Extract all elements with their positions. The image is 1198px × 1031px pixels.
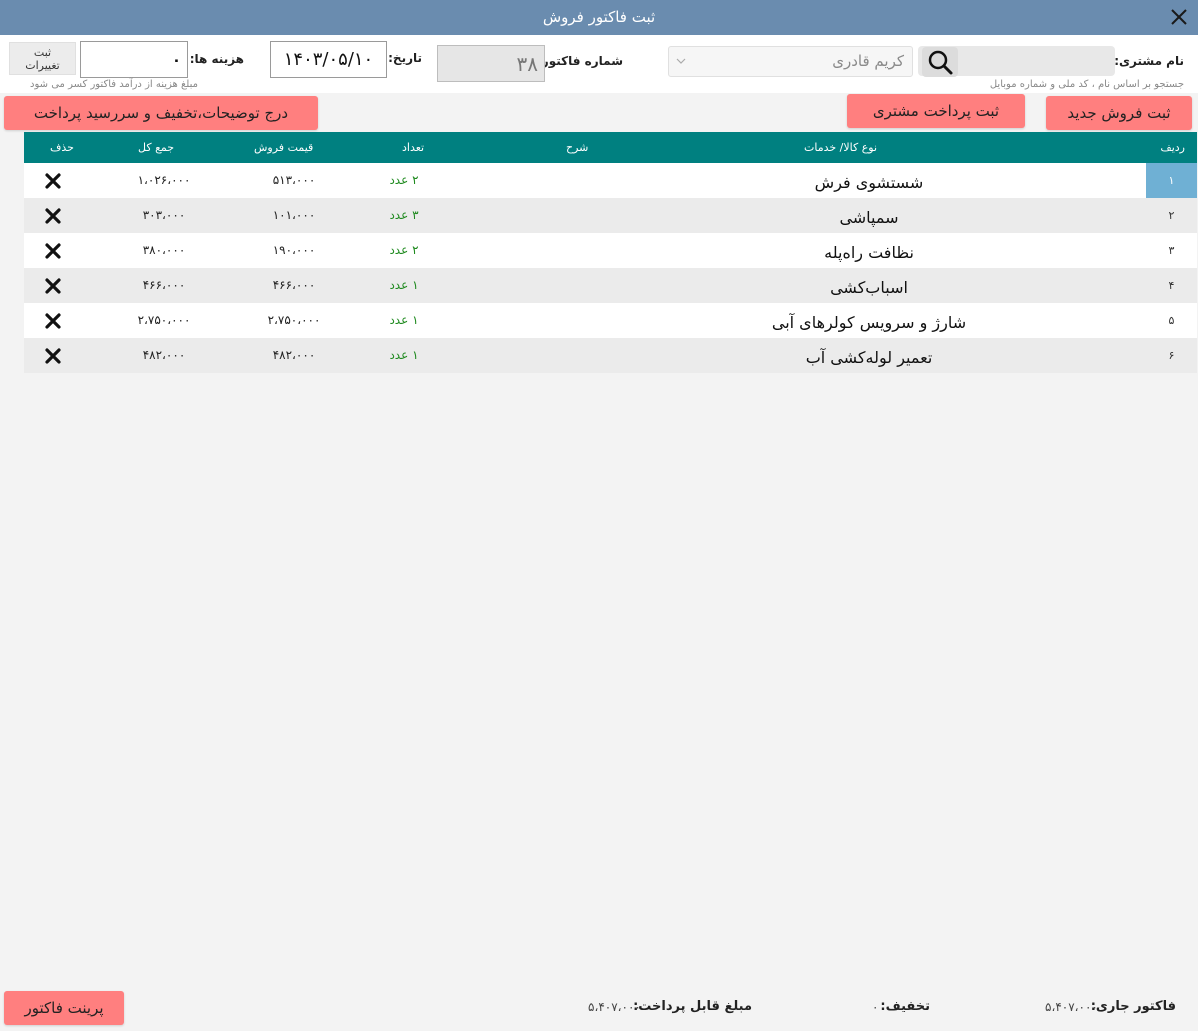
row-total: ۳۰۳،۰۰۰ xyxy=(142,208,186,222)
payable-value: ۵،۴۰۷،۰۰۰ xyxy=(588,1000,641,1014)
search-button[interactable] xyxy=(922,47,958,77)
row-item-name: نظافت راه‌پله xyxy=(824,243,914,262)
current-invoice-value: ۵،۴۰۷،۰۰۰ xyxy=(1045,1000,1098,1014)
row-total: ۴۶۶،۰۰۰ xyxy=(142,278,186,292)
row-item-name: شستشوی فرش xyxy=(814,173,924,192)
customer-select-value: کریم قادری xyxy=(832,52,904,70)
chevron-down-icon xyxy=(676,58,686,64)
row-index: ۶ xyxy=(1168,349,1175,362)
column-item: نوع کالا/ خدمات xyxy=(804,141,878,154)
cost-input[interactable]: ۰ xyxy=(80,41,188,78)
delete-icon xyxy=(45,243,61,259)
discount-label: تخفیف: xyxy=(880,999,930,1014)
delete-row-button[interactable] xyxy=(38,303,68,338)
row-index: ۴ xyxy=(1168,279,1175,292)
column-qty: تعداد xyxy=(402,141,425,154)
table-row[interactable]: ۱ شستشوی فرش ۲ عدد ۵۱۳،۰۰۰ ۱،۰۲۶،۰۰۰ xyxy=(24,163,1197,198)
title-bar: ثبت فاکتور فروش xyxy=(0,0,1198,35)
row-quantity: ۳ عدد xyxy=(389,208,419,222)
row-price: ۵۱۳،۰۰۰ xyxy=(272,173,316,187)
column-row: ردیف xyxy=(1160,141,1185,154)
table-header: ردیف نوع کالا/ خدمات شرح تعداد قیمت فروش… xyxy=(24,132,1197,163)
invoice-items-table: ردیف نوع کالا/ خدمات شرح تعداد قیمت فروش… xyxy=(24,132,1197,373)
delete-icon xyxy=(45,313,61,329)
invoice-number-label: شماره فاکتور: xyxy=(537,54,623,68)
row-quantity: ۲ عدد xyxy=(389,243,419,257)
customer-payment-button[interactable]: ثبت پرداخت مشتری xyxy=(847,94,1025,128)
current-invoice-label: فاکتور جاری: xyxy=(1090,999,1176,1014)
date-label: تاریخ: xyxy=(388,51,422,65)
discount-value: ۰ xyxy=(872,1000,879,1014)
row-quantity: ۲ عدد xyxy=(389,173,419,187)
customer-search-hint: جستجو بر اساس نام ، کد ملی و شماره موبای… xyxy=(989,79,1184,90)
delete-icon xyxy=(45,208,61,224)
payable-label: مبلغ قابل پرداخت: xyxy=(633,999,752,1014)
table-row[interactable]: ۴ اسباب‌کشی ۱ عدد ۴۶۶،۰۰۰ ۴۶۶،۰۰۰ xyxy=(24,268,1197,303)
row-description[interactable] xyxy=(500,163,700,198)
row-item-name: اسباب‌کشی xyxy=(830,278,908,297)
customer-label: نام مشتری: xyxy=(1114,54,1184,68)
row-total: ۱،۰۲۶،۰۰۰ xyxy=(137,173,191,187)
invoice-number-value: ۳۸ xyxy=(516,52,538,76)
new-sale-button[interactable]: ثبت فروش جدید xyxy=(1046,96,1192,130)
notes-discount-button[interactable]: درج توضیحات،تخفیف و سررسید پرداخت xyxy=(4,96,318,130)
row-total: ۴۸۲،۰۰۰ xyxy=(142,348,186,362)
delete-row-button[interactable] xyxy=(38,233,68,268)
row-description[interactable] xyxy=(500,198,700,233)
row-item-name: تعمیر لوله‌کشی آب xyxy=(805,348,933,367)
column-total: جمع کل xyxy=(138,141,175,154)
column-desc: شرح xyxy=(566,141,589,154)
delete-row-button[interactable] xyxy=(38,163,68,198)
row-quantity: ۱ عدد xyxy=(389,278,419,292)
delete-row-button[interactable] xyxy=(38,198,68,233)
row-price: ۱۰۱،۰۰۰ xyxy=(272,208,316,222)
row-price: ۲،۷۵۰،۰۰۰ xyxy=(267,313,321,327)
row-price: ۴۸۲،۰۰۰ xyxy=(272,348,316,362)
window-title: ثبت فاکتور فروش xyxy=(542,8,656,26)
row-total: ۲،۷۵۰،۰۰۰ xyxy=(137,313,191,327)
save-changes-button[interactable]: ثبت تغییرات xyxy=(9,42,76,75)
delete-icon xyxy=(45,173,61,189)
delete-row-button[interactable] xyxy=(38,268,68,303)
close-icon[interactable] xyxy=(1168,6,1190,28)
row-item-name: سمپاشی xyxy=(839,208,899,227)
cost-hint: مبلغ هزینه از درآمد فاکتور کسر می شود xyxy=(30,79,198,90)
row-quantity: ۱ عدد xyxy=(389,348,419,362)
row-total: ۳۸۰،۰۰۰ xyxy=(142,243,186,257)
table-row[interactable]: ۳ نظافت راه‌پله ۲ عدد ۱۹۰،۰۰۰ ۳۸۰،۰۰۰ xyxy=(24,233,1197,268)
print-invoice-button[interactable]: پرینت فاکتور xyxy=(4,991,124,1025)
row-description[interactable] xyxy=(500,268,700,303)
row-index: ۱ xyxy=(1146,163,1197,198)
row-index: ۳ xyxy=(1168,244,1175,257)
row-description[interactable] xyxy=(500,338,700,373)
delete-icon xyxy=(45,278,61,294)
row-quantity: ۱ عدد xyxy=(389,313,419,327)
search-icon xyxy=(928,50,953,75)
row-description[interactable] xyxy=(500,233,700,268)
row-description[interactable] xyxy=(500,303,700,338)
date-field[interactable]: ۱۴۰۳/۰۵/۱۰ xyxy=(270,41,387,78)
table-row[interactable]: ۶ تعمیر لوله‌کشی آب ۱ عدد ۴۸۲،۰۰۰ ۴۸۲،۰۰… xyxy=(24,338,1197,373)
row-index: ۵ xyxy=(1168,314,1175,327)
column-price: قیمت فروش xyxy=(254,141,314,154)
customer-select[interactable]: کریم قادری xyxy=(668,46,913,77)
invoice-number-field: ۳۸ xyxy=(437,45,545,82)
row-price: ۱۹۰،۰۰۰ xyxy=(272,243,316,257)
row-index: ۲ xyxy=(1168,209,1175,222)
row-item-name: شارژ و سرویس کولرهای آبی xyxy=(771,313,967,332)
delete-row-button[interactable] xyxy=(38,338,68,373)
cost-label: هزینه ها: xyxy=(189,52,244,66)
table-row[interactable]: ۵ شارژ و سرویس کولرهای آبی ۱ عدد ۲،۷۵۰،۰… xyxy=(24,303,1197,338)
table-row[interactable]: ۲ سمپاشی ۳ عدد ۱۰۱،۰۰۰ ۳۰۳،۰۰۰ xyxy=(24,198,1197,233)
row-price: ۴۶۶،۰۰۰ xyxy=(272,278,316,292)
cost-value: ۰ xyxy=(171,51,181,69)
column-delete: حذف xyxy=(50,141,74,154)
delete-icon xyxy=(45,348,61,364)
date-value: ۱۴۰۳/۰۵/۱۰ xyxy=(283,49,374,70)
